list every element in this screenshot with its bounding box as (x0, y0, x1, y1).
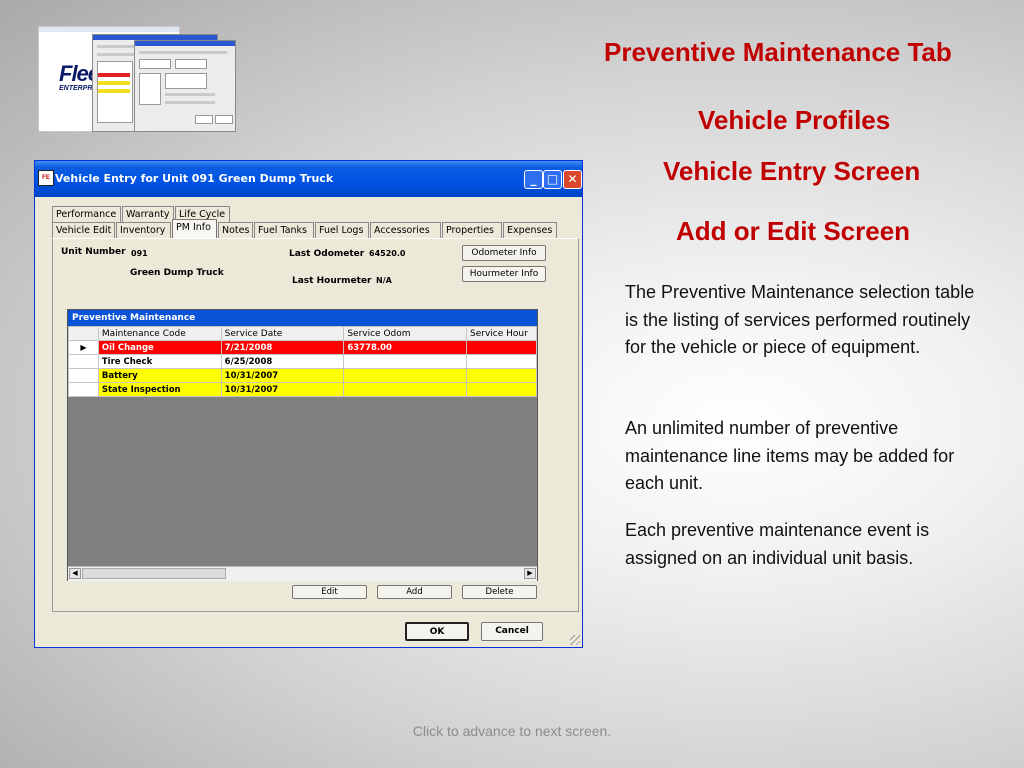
app-icon: FE (38, 170, 54, 186)
cancel-button[interactable]: Cancel (481, 622, 543, 641)
hourmeter-info-button[interactable]: Hourmeter Info (462, 266, 546, 282)
heading-vehicle-entry-screen: Vehicle Entry Screen (663, 156, 921, 186)
preventive-maintenance-grid: Preventive Maintenance Maintenance Code … (67, 309, 538, 581)
column-header-service-odom[interactable]: Service Odom (343, 326, 468, 341)
column-header-service-hour[interactable]: Service Hour (466, 326, 537, 341)
maintenance-code-cell[interactable]: Oil Change (97, 340, 222, 355)
tab-warranty[interactable]: Warranty (122, 206, 174, 222)
delete-button[interactable]: Delete (462, 585, 537, 599)
tab-pm-info[interactable]: PM Info (172, 219, 217, 238)
tab-fuel-logs[interactable]: Fuel Logs (315, 222, 369, 238)
tab-vehicle-edit[interactable]: Vehicle Edit (52, 222, 115, 238)
advance-hint[interactable]: Click to advance to next screen. (0, 723, 1024, 739)
window-title: Vehicle Entry for Unit 091 Green Dump Tr… (55, 172, 334, 185)
resize-grip[interactable] (570, 635, 580, 645)
minimize-button[interactable]: _ (524, 170, 543, 189)
edit-button[interactable]: Edit (292, 585, 367, 599)
service-hour-cell[interactable] (466, 368, 537, 383)
service-date-cell[interactable]: 7/21/2008 (220, 340, 345, 355)
scrollbar-thumb[interactable] (82, 568, 226, 579)
row-selector-header (68, 326, 99, 341)
column-header-service-date[interactable]: Service Date (220, 326, 345, 341)
heading-preventive-maintenance-tab: Preventive Maintenance Tab (604, 37, 952, 67)
horizontal-scrollbar[interactable]: ◀ ▶ (68, 566, 537, 581)
table-header-row: Maintenance Code Service Date Service Od… (68, 326, 537, 341)
service-hour-cell[interactable] (466, 340, 537, 355)
scroll-left-icon[interactable]: ◀ (69, 568, 81, 579)
vehicle-entry-window: FE Vehicle Entry for Unit 091 Green Dump… (34, 160, 583, 648)
service-date-cell[interactable]: 10/31/2007 (220, 368, 345, 383)
last-odometer-value: 64520.0 (369, 249, 406, 258)
maximize-button[interactable]: □ (543, 170, 562, 189)
thumbnail-screen-front (134, 40, 236, 132)
heading-vehicle-profiles: Vehicle Profiles (698, 105, 891, 135)
window-titlebar[interactable]: FE Vehicle Entry for Unit 091 Green Dump… (35, 161, 582, 197)
column-header-maintenance-code[interactable]: Maintenance Code (97, 326, 222, 341)
grid-caption: Preventive Maintenance (68, 310, 537, 326)
last-odometer-label: Last Odometer (289, 249, 365, 259)
tab-properties[interactable]: Properties (442, 222, 502, 238)
ok-button[interactable]: OK (405, 622, 469, 641)
maintenance-code-cell[interactable]: Tire Check (97, 354, 222, 369)
table-row[interactable]: Battery 10/31/2007 (68, 368, 537, 383)
current-row-marker[interactable]: ▶ (68, 340, 99, 355)
add-button[interactable]: Add (377, 585, 452, 599)
maintenance-code-cell[interactable]: Battery (97, 368, 222, 383)
last-hourmeter-value: N/A (376, 276, 392, 285)
description-paragraph-3: Each preventive maintenance event is ass… (625, 520, 930, 568)
table-row[interactable]: ▶ Oil Change 7/21/2008 63778.00 (68, 340, 537, 355)
unit-number-label: Unit Number (61, 247, 126, 257)
service-date-cell[interactable]: 6/25/2008 (220, 354, 345, 369)
tab-fuel-tanks[interactable]: Fuel Tanks (254, 222, 314, 238)
tab-performance[interactable]: Performance (52, 206, 121, 222)
pm-table: Maintenance Code Service Date Service Od… (68, 326, 537, 397)
table-row[interactable]: Tire Check 6/25/2008 (68, 354, 537, 369)
description-paragraph-1: The Preventive Maintenance selection tab… (625, 282, 975, 357)
heading-add-or-edit-screen: Add or Edit Screen (676, 216, 911, 246)
tab-accessories[interactable]: Accessories (370, 222, 441, 238)
service-hour-cell[interactable] (466, 354, 537, 369)
service-odom-cell[interactable] (343, 368, 468, 383)
service-odom-cell[interactable] (343, 354, 468, 369)
maintenance-code-cell[interactable]: State Inspection (97, 382, 222, 397)
service-date-cell[interactable]: 10/31/2007 (220, 382, 345, 397)
unit-description: Green Dump Truck (130, 268, 224, 278)
tab-inventory[interactable]: Inventory (116, 222, 171, 238)
unit-number-value: 091 (131, 249, 148, 258)
table-row[interactable]: State Inspection 10/31/2007 (68, 382, 537, 397)
tab-notes[interactable]: Notes (218, 222, 253, 238)
row-selector[interactable] (68, 368, 99, 383)
tab-expenses[interactable]: Expenses (503, 222, 557, 238)
service-odom-cell[interactable] (343, 382, 468, 397)
row-selector[interactable] (68, 382, 99, 397)
scroll-right-icon[interactable]: ▶ (524, 568, 536, 579)
last-hourmeter-label: Last Hourmeter (292, 276, 372, 286)
odometer-info-button[interactable]: Odometer Info (462, 245, 546, 261)
thumbnail-collage: Flee ENTERPRISI (38, 22, 238, 132)
service-odom-cell[interactable]: 63778.00 (343, 340, 468, 355)
description-paragraph-2: An unlimited number of preventive mainte… (625, 418, 955, 493)
service-hour-cell[interactable] (466, 382, 537, 397)
row-selector[interactable] (68, 354, 99, 369)
close-button[interactable]: ✕ (563, 170, 582, 189)
